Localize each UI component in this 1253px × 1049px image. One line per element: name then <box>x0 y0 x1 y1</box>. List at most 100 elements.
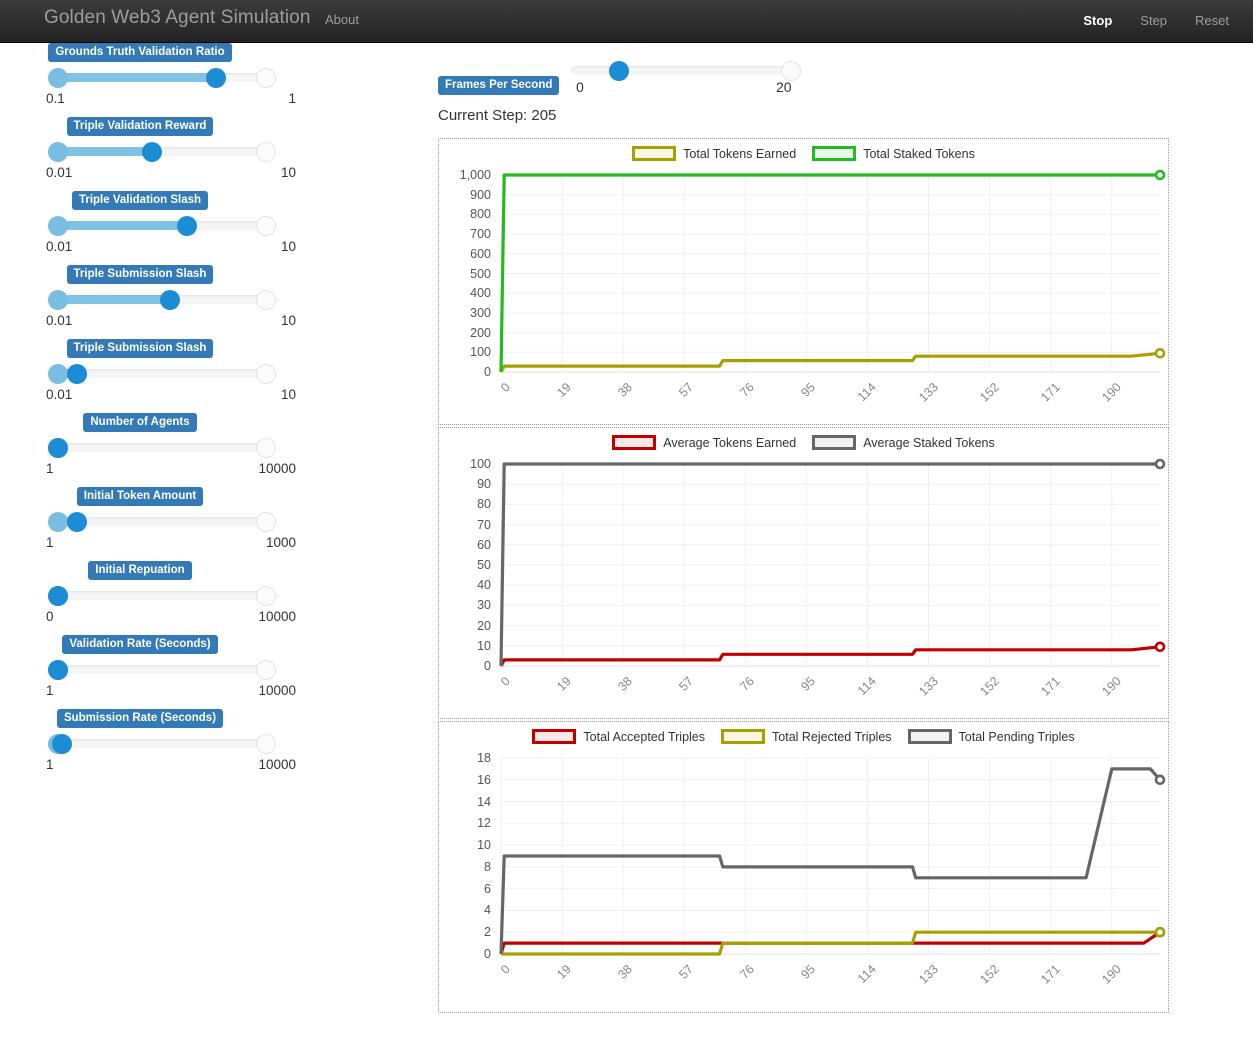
slider-label-wrap: Triple Submission Slash <box>20 264 260 284</box>
slider-handle-low[interactable] <box>48 142 68 162</box>
slider-7[interactable] <box>48 584 276 606</box>
series-endpoint-marker <box>1154 774 1166 786</box>
y-axis-tick-label: 20 <box>477 618 491 633</box>
slider-2[interactable] <box>48 214 276 236</box>
slider-track[interactable] <box>48 739 276 748</box>
stop-button[interactable]: Stop <box>1069 0 1126 42</box>
slider-4[interactable] <box>48 362 276 384</box>
series-endpoint-marker <box>1154 347 1166 359</box>
y-axis-tick-label: 50 <box>477 558 491 572</box>
y-axis-tick-label: 10 <box>477 838 491 853</box>
charts-container: Total Tokens Earned Total Staked Tokens 0 1… <box>438 138 1171 1015</box>
slider-5[interactable] <box>48 436 276 458</box>
slider-track[interactable] <box>48 591 276 600</box>
slider-range: 0 10000 <box>46 609 296 627</box>
y-axis-tick-label: 8 <box>484 859 491 874</box>
slider-label: Validation Rate (Seconds) <box>62 635 218 654</box>
slider-group-5: Number of Agents 1 10000 <box>0 412 300 479</box>
slider-handle-max[interactable] <box>256 216 276 236</box>
slider-group-3: Triple Submission Slash 0.01 10 <box>0 264 300 331</box>
slider-handle-high[interactable] <box>52 734 73 754</box>
slider-range: 1 10000 <box>46 683 296 701</box>
slider-handle-high[interactable] <box>160 290 181 310</box>
y-axis-tick-label: 12 <box>477 816 491 831</box>
slider-handle-high[interactable] <box>48 438 68 458</box>
slider-track[interactable] <box>48 665 276 674</box>
slider-1[interactable] <box>48 140 276 162</box>
y-axis-tick-label: 16 <box>477 772 491 787</box>
slider-range: 0.01 10 <box>46 387 296 405</box>
slider-handle-max[interactable] <box>256 68 276 88</box>
slider-handle-max[interactable] <box>256 364 276 384</box>
slider-handle-high[interactable] <box>66 512 87 532</box>
y-axis-tick-label: 90 <box>477 477 491 492</box>
navbar: Golden Web3 Agent Simulation About Stop … <box>0 0 1253 43</box>
slider-handle-low[interactable] <box>48 290 68 310</box>
slider-3[interactable] <box>48 288 276 310</box>
slider-label-wrap: Number of Agents <box>20 412 260 432</box>
slider-label: Triple Validation Slash <box>71 191 209 210</box>
slider-handle-max[interactable] <box>256 660 276 680</box>
slider-handle-high[interactable] <box>141 142 162 162</box>
slider-handle-max[interactable] <box>256 586 276 606</box>
slider-9[interactable] <box>48 732 276 754</box>
slider-handle-high[interactable] <box>206 68 227 88</box>
slider-6[interactable] <box>48 510 276 532</box>
slider-track[interactable] <box>48 443 276 452</box>
slider-handle-low[interactable] <box>48 68 68 88</box>
slider-min-label: 1 <box>46 535 54 550</box>
slider-handle-high[interactable] <box>66 364 87 384</box>
slider-max-label: 1 <box>288 91 296 106</box>
slider-min-label: 1 <box>46 757 54 772</box>
slider-handle-low[interactable] <box>48 512 68 532</box>
series-endpoint-marker <box>1154 458 1166 470</box>
series-endpoint-marker <box>1154 926 1166 938</box>
slider-max-label: 10000 <box>258 461 296 476</box>
frames-per-second-slider[interactable] <box>571 59 801 81</box>
slider-handle-value[interactable] <box>608 61 629 81</box>
slider-range: 0.01 10 <box>46 165 296 183</box>
reset-button[interactable]: Reset <box>1181 0 1243 42</box>
step-button[interactable]: Step <box>1126 0 1181 42</box>
slider-max-label: 10 <box>280 313 296 328</box>
slider-handle-max[interactable] <box>256 290 276 310</box>
slider-handle-low[interactable] <box>48 364 68 384</box>
chart-panel-0: Total Tokens Earned Total Staked Tokens 0 1… <box>438 138 1169 425</box>
app-brand[interactable]: Golden Web3 Agent Simulation <box>44 7 311 29</box>
slider-handle-max[interactable] <box>256 734 276 754</box>
slider-min-label: 1 <box>46 461 54 476</box>
slider-8[interactable] <box>48 658 276 680</box>
frames-per-second-label: Frames Per Second <box>438 76 560 95</box>
slider-0[interactable] <box>48 66 276 88</box>
slider-max-label: 10000 <box>258 609 296 624</box>
slider-track[interactable] <box>571 66 801 75</box>
slider-label-wrap: Initial Repuation <box>20 560 260 580</box>
slider-label-wrap: Triple Validation Slash <box>20 190 260 210</box>
slider-min-label: 0 <box>46 609 54 624</box>
slider-handle-low[interactable] <box>48 216 68 236</box>
slider-handle-max[interactable] <box>256 142 276 162</box>
slider-min-label: 0.01 <box>46 239 73 254</box>
slider-handle-high[interactable] <box>176 216 197 236</box>
slider-handle-max[interactable] <box>256 512 276 532</box>
slider-group-0: Grounds Truth Validation Ratio 0.1 1 <box>0 42 300 109</box>
slider-handle-high[interactable] <box>48 586 68 606</box>
frames-per-second-range: 0 20 <box>571 79 801 97</box>
slider-group-1: Triple Validation Reward 0.01 10 <box>0 116 300 183</box>
slider-label: Grounds Truth Validation Ratio <box>48 43 232 62</box>
y-axis-tick-label: 900 <box>470 187 491 202</box>
y-axis-tick-label: 1,000 <box>459 168 491 182</box>
y-axis-tick-label: 100 <box>470 457 491 471</box>
y-axis-tick-label: 14 <box>477 794 491 809</box>
slider-handle-max[interactable] <box>256 438 276 458</box>
parameter-sidebar: Grounds Truth Validation Ratio 0.1 1 Triple… <box>0 42 420 1049</box>
nav-item-about[interactable]: About <box>325 12 359 27</box>
slider-handle-high[interactable] <box>48 660 68 680</box>
slider-label: Triple Validation Reward <box>66 117 214 136</box>
y-axis-tick-label: 2 <box>484 925 491 940</box>
slider-min-label: 0.1 <box>46 91 65 106</box>
slider-range: 1 10000 <box>46 461 296 479</box>
slider-handle-max[interactable] <box>781 61 801 81</box>
series-line <box>499 645 1161 667</box>
slider-label: Triple Submission Slash <box>66 265 214 284</box>
